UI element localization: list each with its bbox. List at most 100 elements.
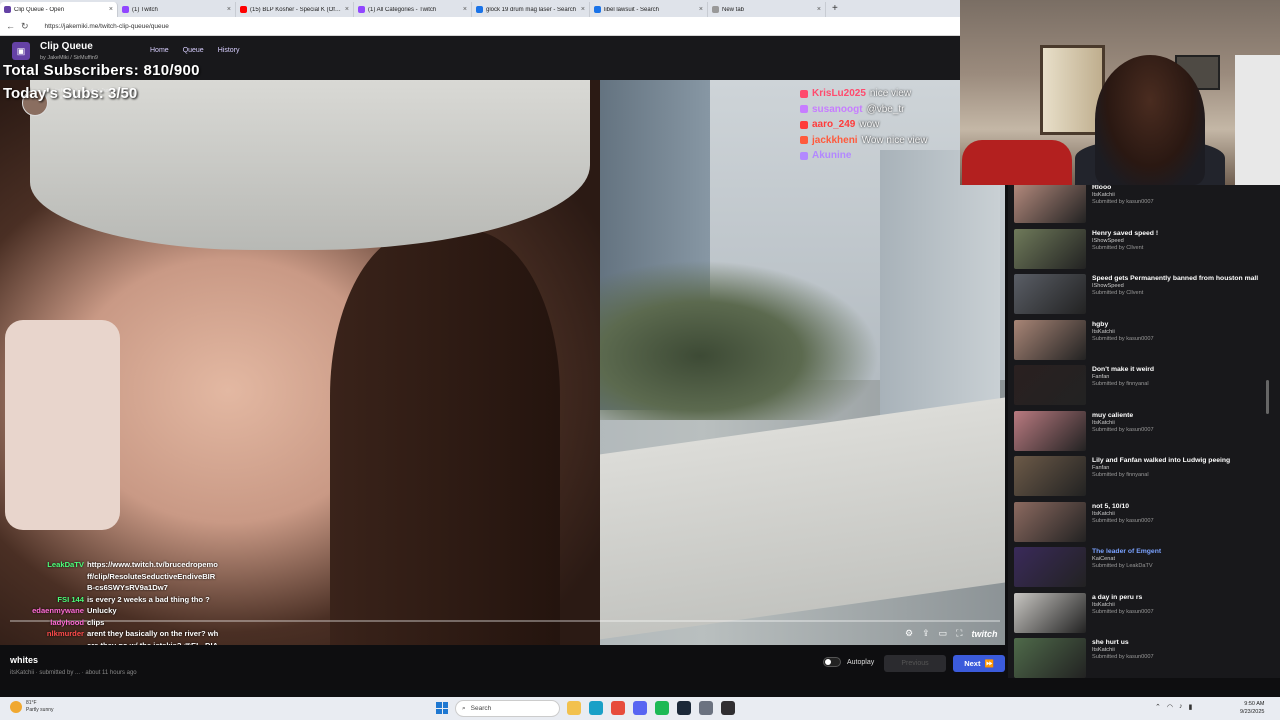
- queue-item-title: muy caliente: [1092, 411, 1134, 419]
- tab-label: (1) All Categories - Twitch: [368, 6, 437, 13]
- chat-username[interactable]: edaenmywane: [14, 605, 84, 617]
- browser-tab[interactable]: (1) Twitch ×: [118, 2, 236, 17]
- file-explorer-icon[interactable]: [567, 701, 581, 715]
- browser-tab[interactable]: (15) BLP Kosher - Special K (Offi... ×: [236, 2, 354, 17]
- tab-favicon-icon: [358, 6, 365, 13]
- chat-username[interactable]: ladyhood: [14, 617, 84, 629]
- clip-thumbnail[interactable]: [1014, 185, 1086, 223]
- browser-tab[interactable]: (1) All Categories - Twitch ×: [354, 2, 472, 17]
- url-field[interactable]: https://jakemiki.me/twitch-clip-queue/qu…: [45, 23, 169, 30]
- next-button[interactable]: Next ⏩: [953, 655, 1005, 672]
- share-icon[interactable]: ⇪: [922, 628, 930, 639]
- queue-item-submitter: Submitted by kasun0007: [1092, 199, 1154, 205]
- windows-start-icon[interactable]: [436, 702, 448, 714]
- chat-username[interactable]: susanoogt: [812, 102, 863, 118]
- chat-text: Unlucky: [87, 606, 117, 615]
- steam-icon[interactable]: [677, 701, 691, 715]
- back-icon[interactable]: ←: [6, 21, 15, 31]
- spotify-icon[interactable]: [655, 701, 669, 715]
- reload-icon[interactable]: ↻: [21, 21, 29, 32]
- taskbar-search[interactable]: ⌕ Search: [455, 700, 560, 717]
- system-tray: ⌃ ◠ ♪ ▮: [1155, 703, 1192, 711]
- clip-thumbnail[interactable]: [1014, 274, 1086, 314]
- queue-item[interactable]: a day in peru rs ItsKatchii Submitted by k…: [1014, 592, 1274, 633]
- clip-thumbnail[interactable]: [1014, 547, 1086, 587]
- close-icon[interactable]: ×: [817, 6, 821, 13]
- clip-thumbnail[interactable]: [1014, 319, 1086, 360]
- queue-item-title: not 5, 10/10: [1092, 502, 1130, 510]
- theatre-mode-icon[interactable]: ▭: [939, 628, 948, 639]
- queue-item[interactable]: Don't make it weird Fanfan Submitted by fi…: [1014, 365, 1274, 405]
- obs-icon[interactable]: [721, 701, 735, 715]
- clip-thumbnail[interactable]: [1014, 501, 1086, 542]
- previous-button[interactable]: Previous: [884, 655, 946, 672]
- clip-thumbnail[interactable]: [1014, 638, 1086, 678]
- chat-username[interactable]: LeakDaTV: [14, 559, 84, 594]
- clip-thumbnail[interactable]: [1014, 410, 1086, 451]
- chevron-up-icon[interactable]: ⌃: [1155, 703, 1161, 711]
- search-icon: ⌕: [462, 704, 466, 712]
- tab-favicon-icon: [240, 6, 247, 13]
- chrome-icon[interactable]: [611, 701, 625, 715]
- wifi-icon[interactable]: ◠: [1167, 703, 1173, 711]
- webcam-chair: [962, 140, 1072, 185]
- close-icon[interactable]: ×: [345, 6, 349, 13]
- queue-item[interactable]: The leader of Emgent KaiCenat Submitted by…: [1014, 547, 1274, 587]
- clip-thumbnail[interactable]: [1014, 592, 1086, 633]
- twitch-logo-icon[interactable]: twitch: [971, 629, 997, 639]
- battery-icon[interactable]: ▮: [1188, 703, 1192, 711]
- queue-item[interactable]: Rlooo ItsKatchii Submitted by kasun0007: [1014, 185, 1274, 223]
- browser-tab-bar: Clip Queue - Open × (1) Twitch × (15) BLP Ko…: [0, 0, 960, 17]
- chat-username[interactable]: FSI 144: [14, 594, 84, 606]
- queue-item[interactable]: Lily and Fanfan walked into Ludwig peein…: [1014, 456, 1274, 496]
- chat-message: ladyhood clips: [14, 617, 219, 629]
- queue-item[interactable]: muy caliente ItsKatchii Submitted by kasun…: [1014, 410, 1274, 451]
- close-icon[interactable]: ×: [581, 6, 585, 13]
- chat-username[interactable]: KrisLu2025: [812, 86, 866, 102]
- queue-item-submitter: Submitted by kasun0007: [1092, 654, 1154, 660]
- autoplay-label: Autoplay: [847, 658, 875, 666]
- settings-gear-icon[interactable]: ⚙: [905, 628, 913, 639]
- chat-message: susanoogt @vbe_tr: [800, 102, 960, 118]
- chat-username[interactable]: jackkheni: [812, 133, 858, 149]
- queue-item-text: Henry saved speed ! IShowSpeed Submitted b…: [1092, 229, 1158, 269]
- nav-history[interactable]: History: [218, 47, 240, 54]
- browser-tab[interactable]: libel lawsuit - Search ×: [590, 2, 708, 17]
- queue-item-title: Don't make it weird: [1092, 366, 1155, 373]
- queue-item[interactable]: hgby ItsKatchii Submitted by kasun0007: [1014, 319, 1274, 360]
- queue-item-title: The leader of Emgent: [1092, 548, 1162, 555]
- new-tab-icon[interactable]: +: [826, 3, 844, 14]
- nav-home[interactable]: Home: [150, 47, 169, 54]
- settings-icon[interactable]: [699, 701, 713, 715]
- clip-thumbnail[interactable]: [1014, 365, 1086, 405]
- taskbar-clock[interactable]: 9:50 AM 9/23/2025: [1240, 700, 1264, 716]
- clip-thumbnail[interactable]: [1014, 228, 1086, 269]
- close-icon[interactable]: ×: [699, 6, 703, 13]
- queue-item[interactable]: Henry saved speed ! IShowSpeed Submitted b…: [1014, 228, 1274, 269]
- chat-username[interactable]: Akunine: [812, 148, 851, 164]
- browser-tab[interactable]: glock 19 drum mag laser - Search ×: [472, 2, 590, 17]
- discord-icon[interactable]: [633, 701, 647, 715]
- clip-thumbnail[interactable]: [1014, 456, 1086, 496]
- nav-queue[interactable]: Queue: [183, 47, 204, 54]
- queue-item-title: Speed gets Permanently banned from houst…: [1092, 275, 1259, 282]
- edge-icon[interactable]: [589, 701, 603, 715]
- clip-queue-list[interactable]: Rlooo ItsKatchii Submitted by kasun0007 Hen…: [1008, 185, 1280, 678]
- browser-tab[interactable]: Clip Queue - Open ×: [0, 2, 118, 17]
- volume-icon[interactable]: ♪: [1179, 703, 1183, 711]
- close-icon[interactable]: ×: [109, 6, 113, 13]
- queue-item[interactable]: Speed gets Permanently banned from houst…: [1014, 274, 1274, 314]
- weather-widget[interactable]: 81°F Partly sunny: [10, 700, 54, 714]
- fullscreen-icon[interactable]: ⛶: [956, 628, 962, 639]
- autoplay-control[interactable]: Autoplay: [823, 657, 874, 667]
- browser-tab[interactable]: New tab ×: [708, 2, 826, 17]
- close-icon[interactable]: ×: [227, 6, 231, 13]
- taskbar-search-label: Search: [470, 705, 492, 712]
- close-icon[interactable]: ×: [463, 6, 467, 13]
- queue-scrollbar[interactable]: [1266, 380, 1269, 414]
- autoplay-toggle[interactable]: [823, 657, 841, 667]
- chat-username[interactable]: aaro_249: [812, 117, 855, 133]
- queue-item[interactable]: she hurt us ItsKatchii Submitted by kasun0…: [1014, 638, 1274, 678]
- queue-item[interactable]: not 5, 10/10 ItsKatchii Submitted by kasun…: [1014, 501, 1274, 542]
- queue-item-text: Lily and Fanfan walked into Ludwig peein…: [1092, 456, 1230, 496]
